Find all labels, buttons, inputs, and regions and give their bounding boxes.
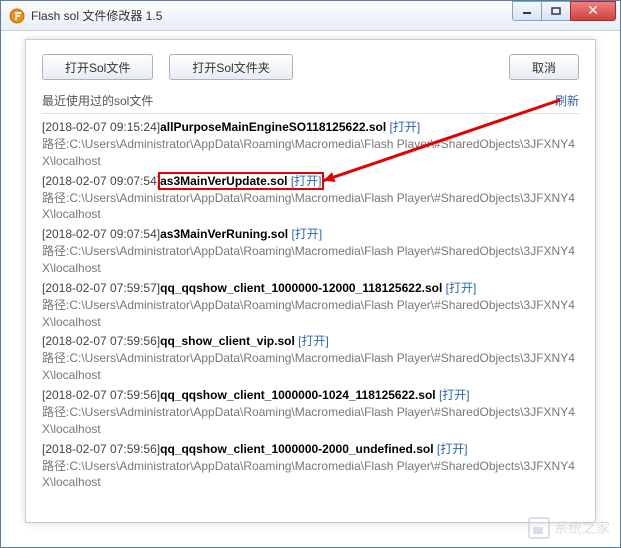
- open-file-link[interactable]: [打开]: [436, 388, 470, 402]
- file-entry-line: [2018-02-07 09:07:54]as3MainVerRuning.so…: [42, 225, 579, 243]
- file-name: qq_qqshow_client_1000000-1024_118125622.…: [160, 388, 436, 402]
- window-title: Flash sol 文件修改器 1.5: [31, 7, 513, 24]
- file-path: 路径:C:\Users\Administrator\AppData\Roamin…: [42, 458, 579, 492]
- file-path: 路径:C:\Users\Administrator\AppData\Roamin…: [42, 243, 579, 277]
- recent-files-label: 最近使用过的sol文件: [42, 92, 555, 109]
- recent-files-header: 最近使用过的sol文件 刷新: [42, 90, 579, 114]
- file-name: qq_qqshow_client_1000000-12000_118125622…: [160, 281, 442, 295]
- file-entry: [2018-02-07 07:59:56]qq_qqshow_client_10…: [42, 440, 579, 492]
- cancel-button[interactable]: 取消: [509, 54, 579, 80]
- file-path: 路径:C:\Users\Administrator\AppData\Roamin…: [42, 297, 579, 331]
- app-window: Flash sol 文件修改器 1.5 ✕ 打开Sol文件 打开Sol文件夹 取…: [0, 0, 621, 548]
- file-entry: [2018-02-07 07:59:56]qq_show_client_vip.…: [42, 332, 579, 384]
- file-timestamp: [2018-02-07 07:59:57]: [42, 281, 160, 295]
- file-path: 路径:C:\Users\Administrator\AppData\Roamin…: [42, 404, 579, 438]
- file-entry: [2018-02-07 07:59:56]qq_qqshow_client_10…: [42, 386, 579, 438]
- file-entry: [2018-02-07 09:07:54]as3MainVerUpdate.so…: [42, 172, 579, 224]
- file-timestamp: [2018-02-07 07:59:56]: [42, 442, 160, 456]
- open-sol-folder-button[interactable]: 打开Sol文件夹: [169, 54, 292, 80]
- minimize-button[interactable]: [512, 1, 542, 21]
- file-path: 路径:C:\Users\Administrator\AppData\Roamin…: [42, 350, 579, 384]
- open-sol-file-button[interactable]: 打开Sol文件: [42, 54, 153, 80]
- open-file-link[interactable]: [打开]: [295, 334, 329, 348]
- recent-files-list: [2018-02-07 09:15:24]allPurposeMainEngin…: [42, 118, 579, 508]
- file-timestamp: [2018-02-07 09:15:24]: [42, 120, 160, 134]
- file-entry-line: [2018-02-07 07:59:57]qq_qqshow_client_10…: [42, 279, 579, 297]
- close-button[interactable]: ✕: [570, 1, 616, 21]
- dialog-content: 打开Sol文件 打开Sol文件夹 取消 最近使用过的sol文件 刷新 [2018…: [25, 39, 596, 523]
- watermark-text: 系统之家: [554, 518, 610, 538]
- file-entry-line: [2018-02-07 09:15:24]allPurposeMainEngin…: [42, 118, 579, 136]
- maximize-button[interactable]: [541, 1, 571, 21]
- file-timestamp: [2018-02-07 09:07:54]: [42, 174, 160, 188]
- file-name: qq_show_client_vip.sol: [160, 334, 295, 348]
- watermark-icon: [528, 517, 550, 539]
- file-timestamp: [2018-02-07 09:07:54]: [42, 227, 160, 241]
- file-entry: [2018-02-07 07:59:57]qq_qqshow_client_10…: [42, 279, 579, 331]
- file-entry-line: [2018-02-07 07:59:56]qq_show_client_vip.…: [42, 332, 579, 350]
- file-name: as3MainVerRuning.sol: [160, 227, 288, 241]
- file-name: as3MainVerUpdate.sol: [160, 174, 287, 188]
- open-file-link[interactable]: [打开]: [434, 442, 468, 456]
- file-entry: [2018-02-07 09:07:54]as3MainVerRuning.so…: [42, 225, 579, 277]
- open-file-link[interactable]: [打开]: [442, 281, 476, 295]
- app-icon: [9, 8, 25, 24]
- file-path: 路径:C:\Users\Administrator\AppData\Roamin…: [42, 190, 579, 224]
- file-entry-line: [2018-02-07 07:59:56]qq_qqshow_client_10…: [42, 386, 579, 404]
- watermark: 系统之家: [528, 517, 610, 539]
- file-name: allPurposeMainEngineSO118125622.sol: [160, 120, 386, 134]
- refresh-link[interactable]: 刷新: [555, 92, 579, 109]
- open-file-link[interactable]: [打开]: [288, 227, 322, 241]
- toolbar: 打开Sol文件 打开Sol文件夹 取消: [42, 54, 579, 80]
- file-path: 路径:C:\Users\Administrator\AppData\Roamin…: [42, 136, 579, 170]
- open-file-link[interactable]: [打开]: [386, 120, 420, 134]
- file-entry-line: [2018-02-07 09:07:54]as3MainVerUpdate.so…: [42, 172, 579, 190]
- file-entry: [2018-02-07 09:15:24]allPurposeMainEngin…: [42, 118, 579, 170]
- window-controls: ✕: [513, 1, 616, 21]
- open-file-link[interactable]: [打开]: [288, 174, 322, 188]
- file-entry-line: [2018-02-07 07:59:56]qq_qqshow_client_10…: [42, 440, 579, 458]
- titlebar[interactable]: Flash sol 文件修改器 1.5 ✕: [1, 1, 620, 31]
- file-name: qq_qqshow_client_1000000-2000_undefined.…: [160, 442, 433, 456]
- file-timestamp: [2018-02-07 07:59:56]: [42, 388, 160, 402]
- file-timestamp: [2018-02-07 07:59:56]: [42, 334, 160, 348]
